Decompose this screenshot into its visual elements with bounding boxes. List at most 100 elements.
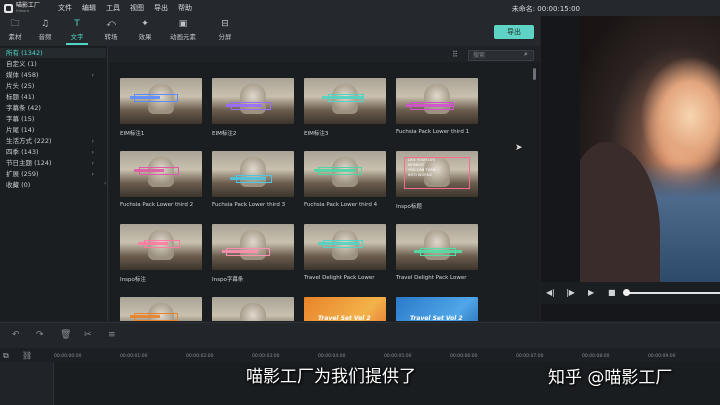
category-item[interactable]: 片头 (25) <box>6 81 102 91</box>
category-item[interactable]: 字幕条 (42) <box>6 103 102 113</box>
tab-effects[interactable]: ✦ 效果 <box>130 19 160 41</box>
cut-icon[interactable]: ✂ <box>84 330 92 340</box>
title-template-card[interactable]: EIM标注1 <box>120 78 202 137</box>
tab-transition[interactable]: ⤺ 转场 <box>96 19 126 41</box>
grid-scrollbar[interactable] <box>533 68 536 80</box>
template-thumbnail <box>212 151 294 197</box>
title-template-card[interactable]: Fuchsia Pack Lower third 4 <box>304 151 386 208</box>
menu-item[interactable]: 文件 <box>58 3 72 13</box>
category-label: 字幕 (15) <box>6 115 35 123</box>
category-item[interactable]: 收藏 (0) <box>6 180 102 190</box>
split-screen-icon: ⊟ <box>221 19 229 29</box>
redo-icon[interactable]: ↷ <box>36 330 44 340</box>
timeline-tick: 00:00:05:00 <box>384 354 412 359</box>
category-item[interactable]: 生活方式 (222) › <box>6 136 102 146</box>
tab-text[interactable]: T 文字 <box>62 19 92 45</box>
title-template-card[interactable]: Travel Delight Pack Lower <box>396 224 478 281</box>
category-item[interactable]: 扩展 (259) › <box>6 169 102 179</box>
title-template-card[interactable]: Fuchsia Pack Lower third 2 <box>120 151 202 208</box>
tab-folder[interactable]: 🗀 素材 <box>0 19 30 41</box>
lower-third-frame <box>410 102 454 110</box>
title-template-card[interactable]: Inspo字幕条 <box>212 224 294 283</box>
title-template-card[interactable]: LIVE YOUR LIFE MOMENT YOU CAN TURN INTO WOR… <box>396 151 478 210</box>
tab-label: 效果 <box>138 33 152 41</box>
title-template-card[interactable]: Fuchsia Pack Lower third 3 <box>212 151 294 208</box>
chevron-right-icon[interactable]: › <box>91 70 94 80</box>
category-item[interactable]: 自定义 (1) <box>6 59 102 69</box>
timeline-tick: 00:00:09:00 <box>648 354 676 359</box>
category-label: 四季 (143) <box>6 148 39 156</box>
category-item[interactable]: 节日主题 (124) › <box>6 158 102 168</box>
template-thumbnail: Travel Set Vol 2 <box>304 297 386 321</box>
category-label: 节日主题 (124) <box>6 159 52 167</box>
tab-image[interactable]: ▣ 动画元素 <box>168 19 198 41</box>
chevron-right-icon[interactable]: › <box>91 158 94 168</box>
title-template-card[interactable]: EIM标注3 <box>304 78 386 137</box>
stop-icon[interactable]: ■ <box>608 288 616 297</box>
play-icon[interactable]: ▶ <box>588 288 594 297</box>
lower-third-frame <box>226 248 270 256</box>
previous-frame-icon[interactable]: ◀| <box>546 288 555 297</box>
search-icon[interactable]: ⌕ <box>524 50 528 59</box>
category-label: 字幕条 (42) <box>6 104 41 112</box>
timeline-tick: 00:00:02:00 <box>186 354 214 359</box>
grid-view-icon[interactable]: ⠿ <box>452 50 458 59</box>
category-item[interactable]: 片尾 (14) <box>6 125 102 135</box>
menu-item[interactable]: 编辑 <box>82 3 96 13</box>
title-template-card[interactable]: Inspo标注 <box>120 224 202 283</box>
timeline-tick: 00:00:03:00 <box>252 354 280 359</box>
media-grid: EIM标注1 EIM标注2 EIM标注3 Fuchsia Pack Lower thi… <box>109 62 540 321</box>
template-name: EIM标注2 <box>212 131 237 137</box>
library-tabs: 🗀 素材 ♫ 音频 T 文字 ⤺ 转场 ✦ 效果 ▣ 动画元素 ⊟ 分屏 <box>0 16 540 46</box>
menu-item[interactable]: 导出 <box>154 3 168 13</box>
tab-music-note[interactable]: ♫ 音频 <box>30 19 60 41</box>
playback-track[interactable] <box>625 292 720 294</box>
folder-icon: 🗀 <box>10 19 20 29</box>
undo-icon[interactable]: ↶ <box>12 330 20 340</box>
tab-label: 音频 <box>38 33 52 41</box>
add-track-icon[interactable]: ⧉ <box>3 351 9 361</box>
adjust-icon[interactable]: ≡ <box>108 330 116 340</box>
playback-knob[interactable] <box>623 289 630 296</box>
template-name: EIM标注1 <box>120 131 145 137</box>
template-thumbnail <box>212 78 294 124</box>
category-item[interactable]: 四季 (143) › <box>6 147 102 157</box>
title-bar: 喵影工厂 Filmora 文件 编辑 工具 视图 导出 帮助 未命名: 00:00:15:… <box>0 0 720 16</box>
category-item[interactable]: 所有 (1342) <box>0 48 106 58</box>
timeline-tick: 00:00:04:00 <box>318 354 346 359</box>
title-template-card[interactable]: Travel Delight Pack Lower <box>304 224 386 281</box>
chevron-right-icon[interactable]: › <box>91 147 94 157</box>
delete-icon[interactable]: 🗑 <box>60 330 71 340</box>
title-template-card[interactable] <box>120 297 202 321</box>
overlay-line: INTO WORDS <box>408 173 432 177</box>
menu-item[interactable]: 视图 <box>130 3 144 13</box>
title-template-card[interactable]: Travel Set Vol 2 <box>396 297 478 321</box>
category-item[interactable]: 标题 (41) <box>6 92 102 102</box>
link-icon[interactable]: ⛓ <box>22 351 32 360</box>
category-item[interactable]: 字幕 (15) <box>6 114 102 124</box>
menu-item[interactable]: 工具 <box>106 3 120 13</box>
title-template-card[interactable] <box>212 297 294 321</box>
collapse-sidebar-icon[interactable]: ‹ <box>104 180 106 187</box>
lower-third-frame <box>236 175 272 183</box>
image-icon: ▣ <box>178 19 188 29</box>
lower-third-frame <box>139 167 179 175</box>
export-button[interactable]: 导出 <box>494 25 534 39</box>
tab-label: 动画元素 <box>170 33 196 41</box>
title-template-card[interactable]: Fuchsia Pack Lower third 1 <box>396 78 478 135</box>
template-thumbnail <box>120 78 202 124</box>
template-name: Fuchsia Pack Lower third 4 <box>304 202 378 208</box>
tab-split-screen[interactable]: ⊟ 分屏 <box>210 19 240 41</box>
menu-item[interactable]: 帮助 <box>178 3 192 13</box>
next-frame-icon[interactable]: |▶ <box>566 288 575 297</box>
category-item[interactable]: 媒体 (458) › <box>6 70 102 80</box>
chevron-right-icon[interactable]: › <box>91 169 94 179</box>
template-thumbnail <box>304 78 386 124</box>
template-thumbnail <box>212 297 294 321</box>
timeline-tick: 00:00:07:00 <box>516 354 544 359</box>
title-template-card[interactable]: Travel Set Vol 2 <box>304 297 386 321</box>
template-thumbnail <box>396 78 478 124</box>
chevron-right-icon[interactable]: › <box>91 136 94 146</box>
tab-label: 分屏 <box>218 33 232 41</box>
title-template-card[interactable]: EIM标注2 <box>212 78 294 137</box>
